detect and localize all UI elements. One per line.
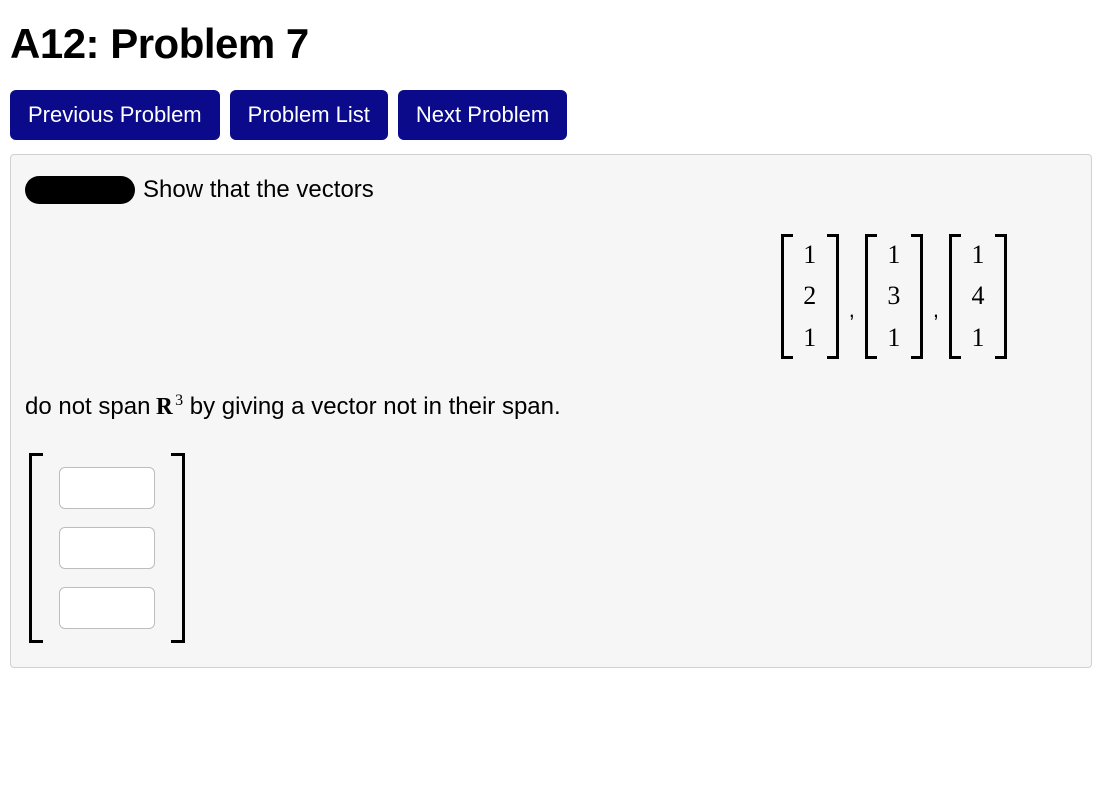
vector-2: 1 3 1 <box>865 234 923 359</box>
vector-entry: 1 <box>801 319 819 357</box>
vector-entry: 4 <box>969 277 987 315</box>
vector-entry: 1 <box>969 319 987 357</box>
vectors-row: 1 2 1 , 1 3 1 , 1 <box>25 234 1077 359</box>
answer-input-3[interactable] <box>59 587 155 629</box>
page-title: A12: Problem 7 <box>10 20 1092 68</box>
previous-problem-button[interactable]: Previous Problem <box>10 90 220 140</box>
vector-entry: 1 <box>885 319 903 357</box>
redacted-label <box>25 176 135 204</box>
vector-entry: 1 <box>969 236 987 274</box>
answer-input-1[interactable] <box>59 467 155 509</box>
vector-3: 1 4 1 <box>949 234 1007 359</box>
intro-text: Show that the vectors <box>143 173 374 208</box>
vector-entry: 2 <box>801 277 819 315</box>
line2-pre: do not span <box>25 393 157 420</box>
vector-1: 1 2 1 <box>781 234 839 359</box>
separator: , <box>933 294 939 326</box>
real-space-exponent: 3 <box>175 392 183 409</box>
problem-body: Show that the vectors 1 2 1 , 1 3 1 <box>10 154 1092 668</box>
nav-row: Previous Problem Problem List Next Probl… <box>10 90 1092 140</box>
answer-input-2[interactable] <box>59 527 155 569</box>
vector-entry: 1 <box>801 236 819 274</box>
line2-post: by giving a vector not in their span. <box>183 393 561 420</box>
answer-vector <box>29 453 1077 643</box>
next-problem-button[interactable]: Next Problem <box>398 90 567 140</box>
separator: , <box>849 294 855 326</box>
vector-entry: 3 <box>885 277 903 315</box>
vector-entry: 1 <box>885 236 903 274</box>
problem-list-button[interactable]: Problem List <box>230 90 388 140</box>
real-space-symbol: R <box>157 390 173 425</box>
instruction-line: do not span R3 by giving a vector not in… <box>25 389 1077 425</box>
